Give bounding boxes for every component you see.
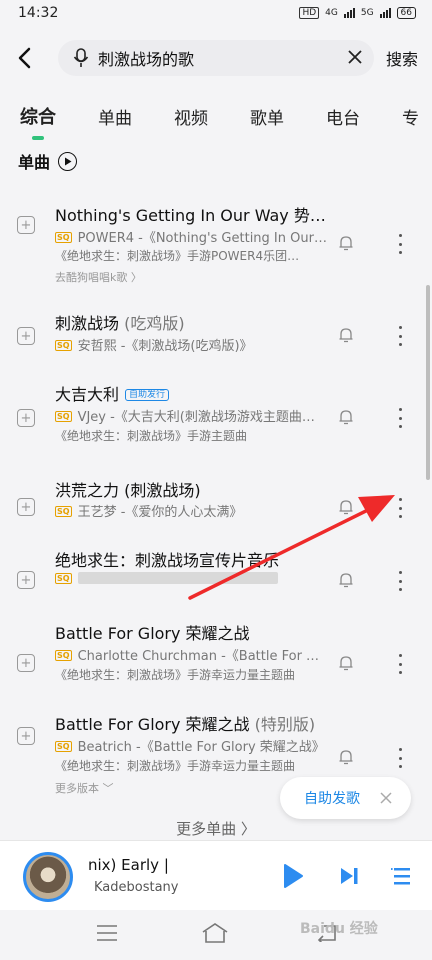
sq-badge: SQ xyxy=(55,650,72,661)
add-icon[interactable]: + xyxy=(17,327,35,345)
more-options-icon[interactable] xyxy=(393,408,407,428)
add-icon[interactable]: + xyxy=(17,498,35,516)
more-songs-link[interactable]: 更多单曲 〉 xyxy=(0,818,432,839)
song-item[interactable]: + Nothing's Getting In Our Way 势… SQ POWE… xyxy=(0,180,432,284)
song-item[interactable]: + 洪荒之力 (刺激战场) SQ 王艺梦 -《爱你的人心太满》 xyxy=(0,460,432,540)
more-options-icon[interactable] xyxy=(393,326,407,346)
song-album: 《绝地求生：刺激战场》手游幸运力量主题曲 xyxy=(55,668,296,682)
back-arrow-icon xyxy=(18,47,31,69)
battery-icon: 66 xyxy=(396,7,416,19)
section-header: 单曲 xyxy=(0,142,432,180)
sq-badge: SQ xyxy=(55,411,72,422)
watermark: Baidu 经验 xyxy=(300,921,378,937)
add-icon[interactable]: + xyxy=(17,654,35,672)
song-title: 洪荒之力 (刺激战场) xyxy=(55,481,201,500)
search-input[interactable]: 刺激战场的歌 xyxy=(98,46,348,70)
play-all-icon[interactable] xyxy=(58,151,78,171)
tab-comprehensive[interactable]: 综合 xyxy=(20,103,56,129)
more-options-icon[interactable] xyxy=(393,748,407,768)
song-meta: SQ Charlotte Churchman -《Battle For G… xyxy=(55,649,327,664)
status-icons: HD 4G 5G 66 xyxy=(299,7,416,19)
tab-albums[interactable]: 专 xyxy=(402,104,419,129)
clock: 14:32 xyxy=(18,5,59,21)
play-icon[interactable] xyxy=(282,863,304,889)
self-release-float-button[interactable]: 自助发歌 xyxy=(280,777,411,819)
song-title: 绝地求生：刺激战场宣传片音乐 xyxy=(55,551,280,570)
self-release-badge: 自助发行 xyxy=(125,389,170,401)
song-item[interactable]: + 大吉大利 自助发行 SQ VJey -《大吉大利(刺激战场游戏主题曲… 《绝地求… xyxy=(0,370,432,460)
sq-badge: SQ xyxy=(55,340,72,351)
sq-badge: SQ xyxy=(55,573,72,584)
bell-icon[interactable] xyxy=(337,408,355,426)
search-box[interactable]: 刺激战场的歌 xyxy=(58,40,374,76)
blurred-artist xyxy=(77,572,278,584)
clear-icon[interactable] xyxy=(348,48,362,69)
song-title: 大吉大利 自助发行 xyxy=(55,381,330,405)
song-album: 《绝地求生：刺激战场》手游幸运力量主题曲 xyxy=(55,759,296,773)
sq-badge: SQ xyxy=(55,506,72,517)
song-item[interactable]: + 刺激战场 (吃鸡版) SQ 安哲熙 -《刺激战场(吃鸡版)》 xyxy=(0,290,432,370)
hd-icon: HD xyxy=(299,7,320,19)
signal-icon-2 xyxy=(379,8,391,18)
song-title: Battle For Glory 荣耀之战 (特别版) xyxy=(55,715,316,734)
song-album: 《绝地求生：刺激战场》手游POWER4乐团… xyxy=(55,249,300,263)
song-meta: SQ Beatrich -《Battle For Glory 荣耀之战》 xyxy=(55,740,325,755)
next-track-icon[interactable] xyxy=(339,866,361,886)
song-title: Battle For Glory 荣耀之战 xyxy=(55,624,250,643)
network-4g-label: 4G xyxy=(325,8,338,18)
tab-singles[interactable]: 单曲 xyxy=(98,104,132,129)
playlist-icon[interactable] xyxy=(391,866,411,886)
bell-icon[interactable] xyxy=(337,654,355,672)
network-5g-label: 5G xyxy=(360,8,374,18)
add-icon[interactable]: + xyxy=(17,571,35,589)
karaoke-link[interactable]: 去酷狗唱唱k歌 〉 xyxy=(55,269,142,285)
bell-icon[interactable] xyxy=(337,234,355,252)
home-icon[interactable] xyxy=(201,922,229,944)
song-meta: SQ 安哲熙 -《刺激战场(吃鸡版)》 xyxy=(55,339,253,354)
menu-icon[interactable] xyxy=(96,924,118,942)
song-meta: SQ POWER4 -《Nothing's Getting In Our… xyxy=(55,231,327,246)
search-header: 刺激战场的歌 搜索 xyxy=(0,26,432,90)
section-title: 单曲 xyxy=(18,153,51,172)
tab-playlists[interactable]: 歌单 xyxy=(250,104,284,129)
more-versions-link[interactable]: 更多版本 ﹀ xyxy=(55,780,114,796)
tab-videos[interactable]: 视频 xyxy=(174,104,208,129)
bell-icon[interactable] xyxy=(337,571,355,589)
bell-icon[interactable] xyxy=(337,498,355,516)
add-icon[interactable]: + xyxy=(17,727,35,745)
song-item[interactable]: + Battle For Glory 荣耀之战 SQ Charlotte Chur… xyxy=(0,615,432,705)
add-icon[interactable]: + xyxy=(17,216,35,234)
song-meta: SQ 王艺梦 -《爱你的人心太满》 xyxy=(55,505,243,520)
more-options-icon[interactable] xyxy=(393,654,407,674)
self-release-label[interactable]: 自助发歌 xyxy=(304,788,360,808)
song-meta: SQ xyxy=(55,572,327,587)
mic-icon[interactable] xyxy=(70,48,92,68)
scrollbar[interactable] xyxy=(426,285,430,480)
mini-player[interactable]: nix) Early | Kadebostany xyxy=(0,840,432,911)
song-album: 《绝地求生：刺激战场》手游主题曲 xyxy=(55,429,248,443)
more-options-icon[interactable] xyxy=(393,234,407,254)
signal-icon xyxy=(343,8,355,18)
song-title: Nothing's Getting In Our Way 势… xyxy=(55,206,326,225)
player-title: nix) Early | xyxy=(88,856,169,874)
bell-icon[interactable] xyxy=(337,748,355,766)
bell-icon[interactable] xyxy=(337,326,355,344)
album-cover[interactable] xyxy=(23,852,73,902)
close-icon[interactable] xyxy=(380,788,392,809)
sq-badge: SQ xyxy=(55,741,72,752)
song-meta: SQ VJey -《大吉大利(刺激战场游戏主题曲… xyxy=(55,410,315,425)
player-artist: Kadebostany xyxy=(94,880,179,895)
search-button[interactable]: 搜索 xyxy=(386,46,418,70)
back-button[interactable] xyxy=(10,38,38,78)
song-title: 刺激战场 (吃鸡版) xyxy=(55,314,185,333)
sq-badge: SQ xyxy=(55,232,72,243)
status-bar: 14:32 HD 4G 5G 66 xyxy=(0,0,432,26)
add-icon[interactable]: + xyxy=(17,409,35,427)
result-tabs: 综合 单曲 视频 歌单 电台 专 xyxy=(0,90,432,142)
song-item[interactable]: + 绝地求生：刺激战场宣传片音乐 SQ xyxy=(0,535,432,615)
more-options-icon[interactable] xyxy=(393,498,407,518)
tab-radio[interactable]: 电台 xyxy=(326,104,360,129)
more-options-icon[interactable] xyxy=(393,571,407,591)
